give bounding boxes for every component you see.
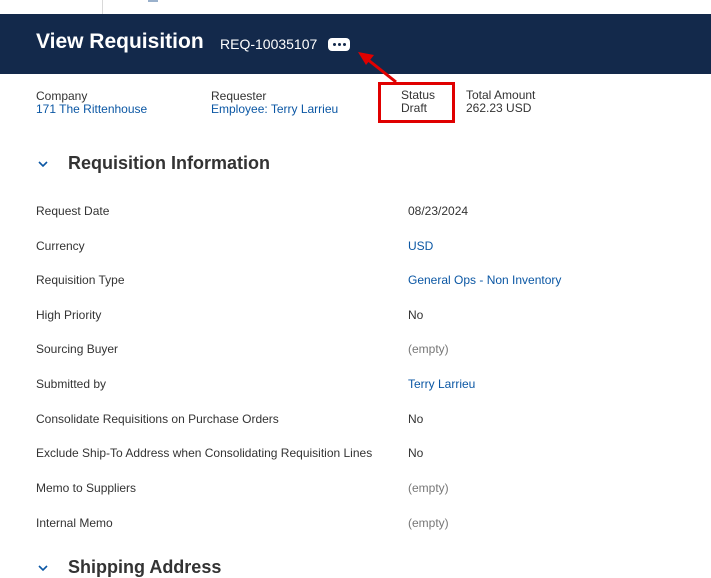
company-field: Company 171 The Rittenhouse (36, 90, 147, 116)
field-row: Sourcing Buyer (empty) (36, 342, 686, 360)
field-value: No (408, 308, 424, 322)
top-divider (102, 0, 103, 14)
page-title: View Requisition (36, 30, 204, 53)
chevron-down-icon (38, 564, 48, 571)
field-label: Submitted by (36, 377, 107, 391)
field-row: Submitted by Terry Larrieu (36, 377, 686, 395)
field-label: Request Date (36, 204, 110, 218)
requisition-id: REQ-10035107 (220, 36, 318, 52)
field-label: High Priority (36, 308, 102, 322)
field-label: Internal Memo (36, 516, 113, 530)
requester-field: Requester Employee: Terry Larrieu (211, 90, 338, 116)
status-highlight-box (378, 82, 455, 123)
more-dots-icon (332, 43, 336, 46)
company-link[interactable]: 171 The Rittenhouse (36, 103, 147, 116)
field-label: Consolidate Requisitions on Purchase Ord… (36, 412, 279, 426)
field-value: No (408, 412, 424, 426)
top-strip (0, 0, 711, 14)
section-title: Shipping Address (68, 557, 222, 577)
field-value: 08/23/2024 (408, 204, 469, 218)
field-row: Currency USD (36, 239, 686, 257)
field-value-link[interactable]: General Ops - Non Inventory (408, 273, 561, 287)
field-value-link[interactable]: USD (408, 239, 433, 253)
field-row: Consolidate Requisitions on Purchase Ord… (36, 412, 686, 430)
field-value: (empty) (408, 516, 449, 530)
field-label: Sourcing Buyer (36, 342, 119, 356)
section-requisition-information[interactable]: Requisition Information (36, 153, 270, 174)
field-value-link[interactable]: Terry Larrieu (408, 377, 475, 391)
field-label: Requisition Type (36, 273, 125, 287)
requester-link[interactable]: Employee: Terry Larrieu (211, 103, 338, 116)
field-row: Request Date 08/23/2024 (36, 204, 686, 222)
field-row: High Priority No (36, 308, 686, 326)
field-label: Currency (36, 239, 85, 253)
total-amount-value: 262.23 USD (466, 101, 532, 115)
field-label: Exclude Ship-To Address when Consolidati… (36, 446, 373, 460)
field-value: (empty) (408, 481, 449, 495)
field-row: Requisition Type General Ops - Non Inven… (36, 273, 686, 291)
section-shipping-address[interactable]: Shipping Address (36, 557, 221, 578)
field-value: (empty) (408, 342, 449, 356)
chevron-down-icon (38, 160, 48, 167)
top-tab-indicator (148, 0, 158, 2)
field-row: Exclude Ship-To Address when Consolidati… (36, 446, 686, 464)
field-value: No (408, 446, 424, 460)
field-row: Internal Memo (empty) (36, 516, 686, 534)
field-label: Memo to Suppliers (36, 481, 137, 495)
total-amount-field: Total Amount 262.23 USD (466, 89, 535, 115)
section-title: Requisition Information (68, 153, 270, 173)
more-actions-button[interactable] (328, 38, 350, 51)
page-header: View Requisition REQ-10035107 (0, 14, 711, 74)
more-dot (337, 43, 341, 46)
more-dot (342, 43, 346, 46)
field-row: Memo to Suppliers (empty) (36, 481, 686, 499)
